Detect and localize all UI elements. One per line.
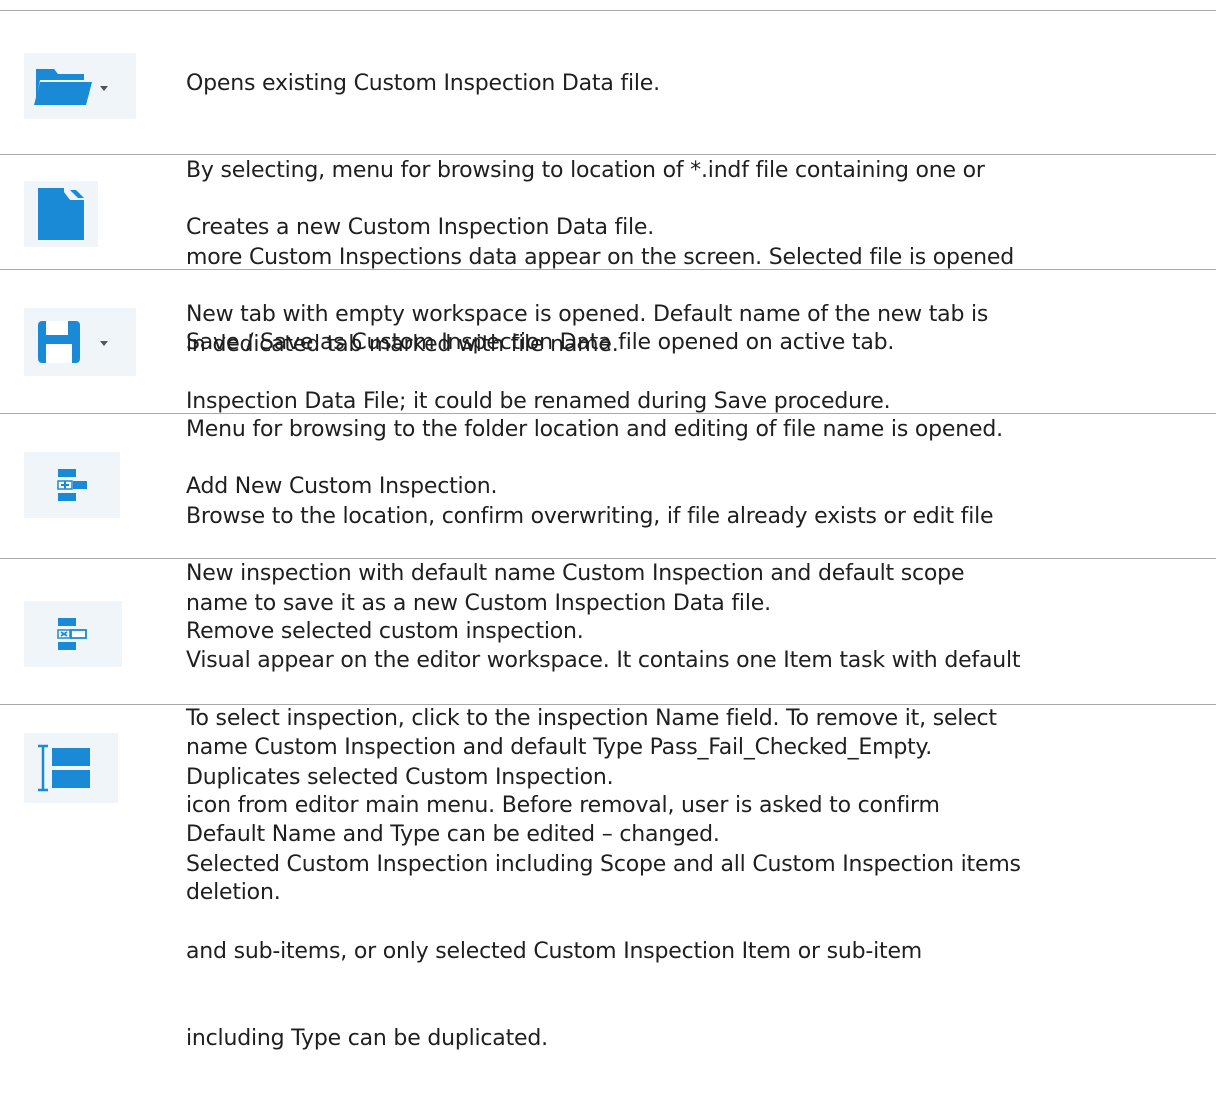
icon-cell [0,270,170,413]
description-line: Opens existing Custom Inspection Data fi… [186,71,660,96]
add-inspection-icon[interactable] [24,452,120,518]
open-folder-dropdown-icon[interactable] [24,53,136,119]
table-row-add: Add New Custom Inspection. New inspectio… [0,414,1216,847]
save-dropdown-icon[interactable] [24,308,136,376]
icon-cell [0,414,170,558]
remove-inspection-icon[interactable] [24,601,122,667]
description-line: Remove selected custom inspection. [186,619,584,644]
description-line: Creates a new Custom Inspection Data fil… [186,215,655,240]
description-line: Save / Save as Custom Inspection Data fi… [186,330,895,355]
icon-cell [0,705,170,828]
description-line: including Type can be duplicated. [186,1026,548,1051]
row-description: Add New Custom Inspection. New inspectio… [170,414,1216,847]
row-description: Creates a new Custom Inspection Data fil… [170,155,1216,414]
table-row-remove: Remove selected custom inspection. To se… [0,559,1216,905]
description-line: and sub-items, or only selected Custom I… [186,939,923,964]
row-description: Save / Save as Custom Inspection Data fi… [170,270,1216,616]
icon-cell [0,11,170,154]
duplicate-inspection-icon[interactable] [24,733,118,803]
icon-cell [0,559,170,704]
new-file-icon[interactable] [24,181,98,247]
description-line: Duplicates selected Custom Inspection. [186,765,614,790]
row-description: Opens existing Custom Inspection Data fi… [170,11,1216,357]
description-line: Add New Custom Inspection. [186,474,498,499]
table-row-save: Save / Save as Custom Inspection Data fi… [0,270,1216,616]
toolbar-reference-table: Opens existing Custom Inspection Data fi… [0,10,1216,1051]
row-description: Remove selected custom inspection. To se… [170,559,1216,905]
table-row-new: Creates a new Custom Inspection Data fil… [0,155,1216,414]
description-line: Selected Custom Inspection including Sco… [186,852,1021,877]
table-row-open: Opens existing Custom Inspection Data fi… [0,11,1216,357]
table-row-duplicate: Duplicates selected Custom Inspection. S… [0,705,1216,1051]
icon-cell [0,155,170,269]
row-description: Duplicates selected Custom Inspection. S… [170,705,1216,1051]
